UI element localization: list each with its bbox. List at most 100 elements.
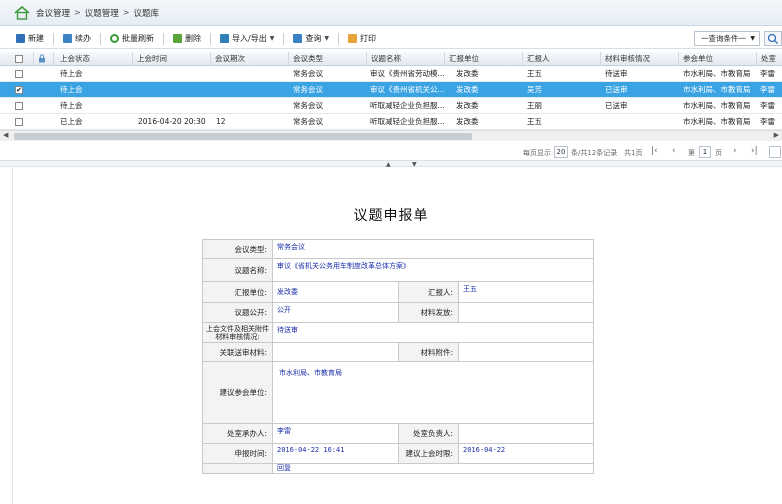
- attachment-label: 材料附件:: [398, 342, 459, 362]
- new-icon: [16, 34, 25, 43]
- handler-label: 处室承办人:: [202, 423, 273, 444]
- suggest-time-label: 建议上会时限:: [398, 443, 459, 464]
- breadcrumb-item[interactable]: 会议管理: [36, 7, 70, 19]
- unit-cell: 发改委: [456, 85, 479, 94]
- toolbar: 新建 续办 批量刷新 删除 导入/导出 ▼ 查询 ▼ 打印: [0, 29, 782, 49]
- continue-button[interactable]: 续办: [59, 30, 95, 48]
- breadcrumb-separator: >: [122, 8, 130, 17]
- unit-cell: 发改委: [456, 101, 479, 110]
- row-checkbox[interactable]: ✔: [15, 86, 23, 94]
- apply-time-value: 2016-04-22 16:41: [272, 443, 399, 464]
- form-title: 议题申报单: [353, 208, 429, 224]
- prev-page-icon[interactable]: ‹: [672, 146, 676, 156]
- row-checkbox[interactable]: [15, 118, 23, 126]
- query-condition-value: 一查询条件一: [701, 34, 746, 43]
- toolbar-divider: [53, 32, 54, 45]
- attend-cell: 市水利局、市教育局: [683, 85, 751, 94]
- attend-cell: 市水利局、市教育局: [683, 117, 751, 126]
- attend-label: 建议参会单位:: [202, 361, 273, 424]
- column-header[interactable]: 汇报单位: [445, 52, 523, 66]
- attend-value: 市水利局、市教育局: [272, 361, 594, 424]
- status-cell: 待上会: [60, 101, 83, 110]
- import-export-button[interactable]: 导入/导出 ▼: [216, 30, 278, 48]
- refresh-icon: [110, 34, 119, 43]
- review-label: 上会文件及相关附件材料审核情况:: [202, 322, 273, 343]
- unit-cell: 发改委: [456, 69, 479, 78]
- column-header[interactable]: 材料审核情况: [601, 52, 679, 66]
- row-checkbox[interactable]: [15, 102, 23, 110]
- breadcrumb-item[interactable]: 议题管理: [85, 7, 119, 19]
- search-icon: [767, 33, 778, 44]
- horizontal-scrollbar[interactable]: ◀ ▶: [0, 130, 782, 141]
- office-head-label: 处室负责人:: [398, 423, 459, 444]
- pagination-bar: 每页显示 20 条/共12条记录 共1页 |‹ ‹ 第 1 页 › ›|: [0, 143, 782, 161]
- print-button[interactable]: 打印: [344, 30, 380, 48]
- scroll-left-icon[interactable]: ◀: [3, 131, 8, 139]
- reporter-cell: 王五: [527, 69, 542, 78]
- last-page-icon[interactable]: ›|: [751, 146, 758, 156]
- review-value: 待送审: [272, 322, 594, 343]
- column-header[interactable]: 处室: [757, 52, 782, 66]
- query-condition-select[interactable]: 一查询条件一 ▼: [694, 31, 760, 46]
- next-page-icon[interactable]: ›: [733, 146, 737, 156]
- column-header[interactable]: 会议类型: [289, 52, 367, 66]
- status-cell: 待上会: [60, 85, 83, 94]
- scroll-right-icon[interactable]: ▶: [774, 131, 779, 139]
- page-input[interactable]: 1: [699, 146, 711, 158]
- home-icon[interactable]: [14, 5, 30, 20]
- topic-cell[interactable]: 审议《贵州省机关公...: [370, 82, 446, 98]
- material-issue-label: 材料发放:: [398, 302, 459, 323]
- toolbar-divider: [100, 32, 101, 45]
- delete-button[interactable]: 删除: [169, 30, 205, 48]
- trash-icon: [173, 34, 182, 43]
- column-header[interactable]: 参会单位: [679, 52, 757, 66]
- grid-header: 上会状态 上会时间 会议期次 会议类型 议题名称 汇报单位 汇报人 材料审核情况…: [0, 52, 782, 66]
- review-cell: 已送审: [605, 85, 628, 94]
- total-pages: 共1页: [624, 149, 643, 157]
- column-header[interactable]: 上会状态: [54, 52, 133, 66]
- time-cell: 2016-04-20 20:30: [138, 117, 206, 126]
- query-button[interactable]: 查询 ▼: [289, 30, 333, 48]
- select-all-checkbox[interactable]: [15, 55, 23, 63]
- handler-value: 李雷: [272, 423, 399, 444]
- attachment-value: [458, 342, 594, 362]
- period-cell: 12: [216, 117, 226, 126]
- topic-cell[interactable]: 听取减轻企业负担服...: [370, 114, 446, 130]
- scrollbar-thumb[interactable]: [14, 133, 472, 140]
- search-button[interactable]: [764, 31, 782, 46]
- topic-cell[interactable]: 审议《贵州省劳动模...: [370, 66, 446, 82]
- new-button[interactable]: 新建: [12, 30, 48, 48]
- row-checkbox[interactable]: [15, 70, 23, 78]
- topic-cell[interactable]: 听取减轻企业负担服...: [370, 98, 446, 114]
- table-row[interactable]: 待上会 常务会议 听取减轻企业负担服... 发改委 王丽 已送审 市水利局、市教…: [0, 98, 782, 114]
- office-cell: 李雷: [760, 117, 775, 126]
- office-cell: 李雷: [760, 69, 775, 78]
- meeting-type-value: 常务会议: [272, 239, 594, 259]
- per-page-input[interactable]: 20: [554, 146, 568, 158]
- table-row[interactable]: 已上会 2016-04-20 20:30 12 常务会议 听取减轻企业负担服..…: [0, 114, 782, 130]
- column-header[interactable]: 议题名称: [367, 52, 445, 66]
- type-cell: 常务会议: [293, 101, 323, 110]
- batch-refresh-button[interactable]: 批量刷新: [106, 30, 158, 48]
- meeting-type-label: 会议类型:: [202, 239, 273, 259]
- office-cell: 李雷: [760, 101, 775, 110]
- column-header[interactable]: 会议期次: [211, 52, 289, 66]
- column-header[interactable]: 上会时间: [133, 52, 211, 66]
- office-cell: 李雷: [760, 85, 775, 94]
- status-cell: 已上会: [60, 117, 83, 126]
- chevron-down-icon: ▼: [269, 35, 275, 42]
- refresh-button[interactable]: [769, 146, 781, 158]
- table-row[interactable]: 待上会 常务会议 审议《贵州省劳动模... 发改委 王五 待送审 市水利局、市教…: [0, 66, 782, 82]
- breadcrumb-item[interactable]: 议题库: [133, 7, 159, 19]
- delete-button-label: 删除: [185, 34, 201, 43]
- first-page-icon[interactable]: |‹: [651, 146, 658, 156]
- table-row[interactable]: ✔ 待上会 常务会议 审议《贵州省机关公... 发改委 吴芳 已送审 市水利局、…: [0, 82, 782, 98]
- import-export-label: 导入/导出: [232, 34, 267, 43]
- reporter-cell: 王五: [527, 117, 542, 126]
- column-header[interactable]: 汇报人: [523, 52, 601, 66]
- topic-name-label: 议题名称:: [202, 258, 273, 282]
- status-cell: 待上会: [60, 69, 83, 78]
- lock-icon: [39, 54, 45, 63]
- chevron-down-icon: ▼: [324, 35, 329, 42]
- unit-cell: 发改委: [456, 117, 479, 126]
